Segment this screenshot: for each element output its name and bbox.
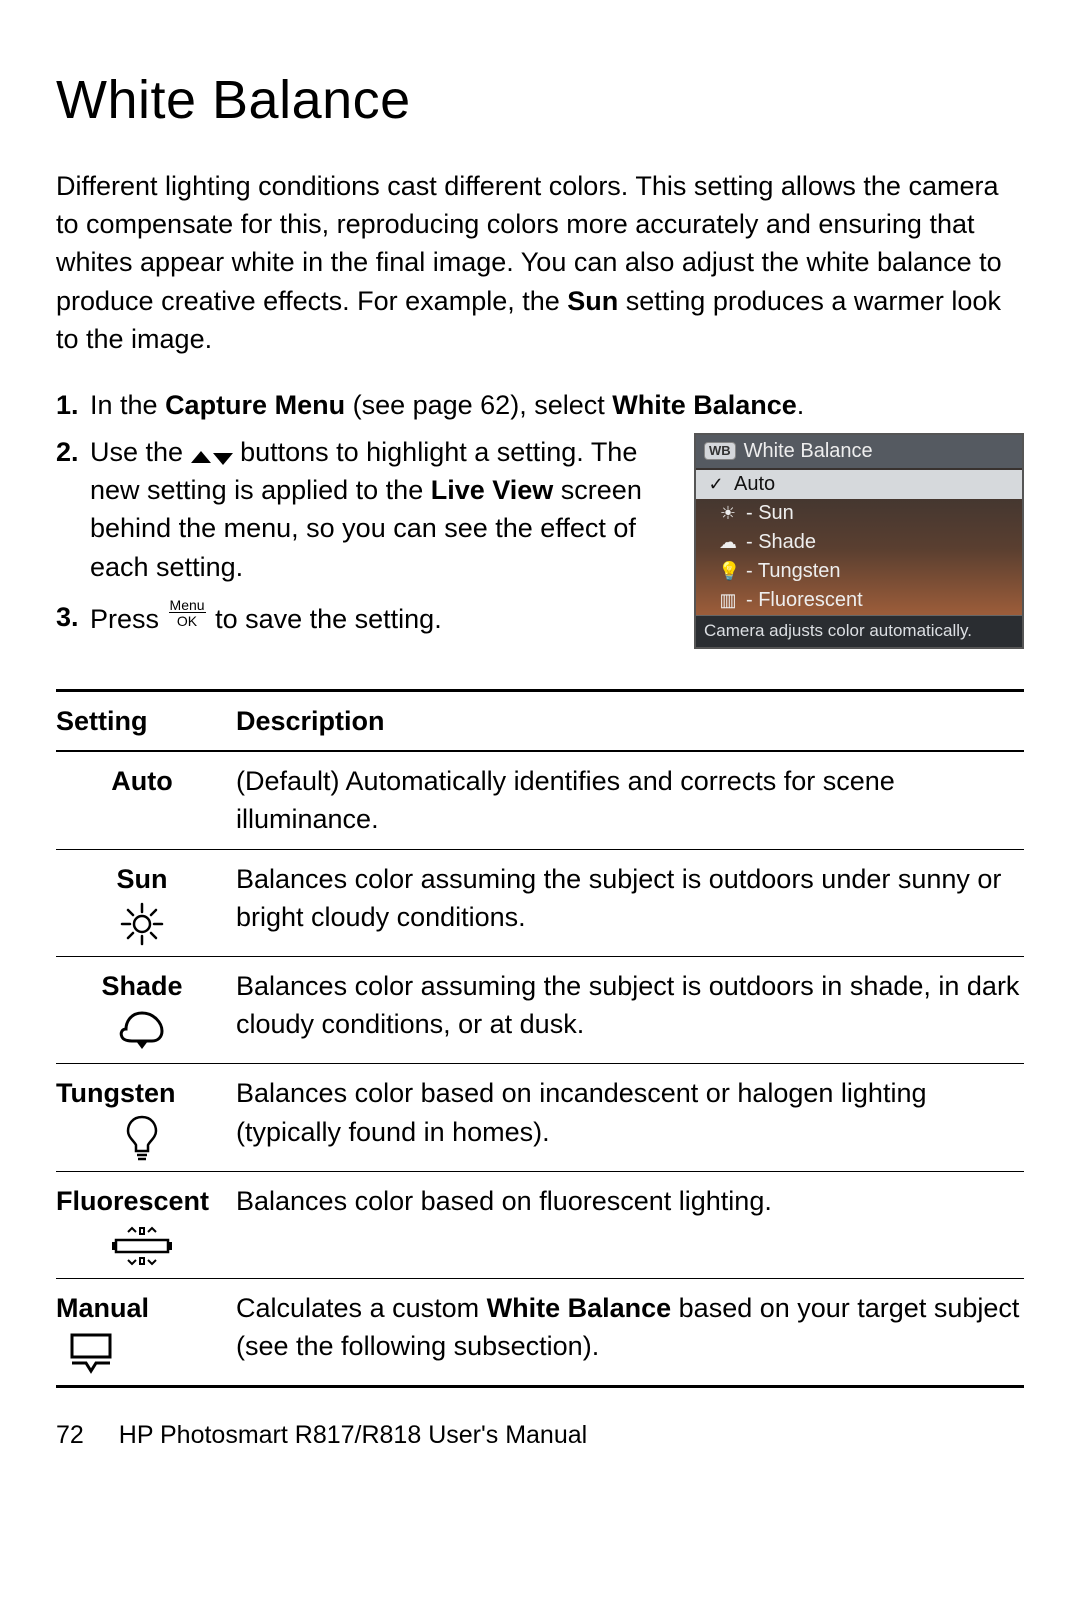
menu-footer: Camera adjusts color automatically.	[696, 615, 1022, 647]
menu-body: ✓ Auto ☀ - Sun ☁ - Shade 💡 - Tungsten ▥ - Flu…	[696, 468, 1022, 615]
intro-paragraph: Different lighting conditions cast diffe…	[56, 167, 1024, 359]
page-number: 72	[56, 1421, 84, 1449]
book-title: HP Photosmart R817/R818 User's Manual	[119, 1421, 587, 1449]
step-3: 3. Press MenuOK to save the setting.	[56, 598, 676, 638]
white-balance-bold: White Balance	[612, 390, 797, 420]
menu-title: White Balance	[744, 438, 873, 465]
t: Calculates a custom	[236, 1293, 487, 1323]
live-view-bold: Live View	[431, 475, 554, 505]
step-1-text: In the Capture Menu (see page 62), selec…	[90, 386, 1024, 424]
t: .	[797, 390, 805, 420]
wb-badge-icon: WB	[704, 442, 736, 460]
shade-icon	[56, 1009, 228, 1053]
table-row: Manual Calculates a custom White Balance…	[56, 1279, 1024, 1385]
setting-manual: Manual	[56, 1289, 236, 1375]
menu-label: Menu	[169, 598, 206, 613]
settings-table: Setting Description Auto (Default) Autom…	[56, 689, 1024, 1389]
label: - Fluorescent	[746, 587, 863, 614]
menu-titlebar: WB White Balance	[696, 435, 1022, 468]
desc-manual: Calculates a custom White Balance based …	[236, 1289, 1024, 1375]
table-row: Tungsten Balances color based on incande…	[56, 1064, 1024, 1171]
step-1: 1. In the Capture Menu (see page 62), se…	[56, 386, 1024, 424]
setting-shade: Shade	[56, 967, 236, 1053]
bulb-icon: 💡	[718, 559, 738, 583]
menu-item-fluorescent: ▥ - Fluorescent	[696, 586, 1022, 615]
ok-label: OK	[169, 613, 206, 628]
setting-tungsten: Tungsten	[56, 1074, 236, 1160]
sun-icon	[56, 902, 228, 946]
step-1-num: 1.	[56, 386, 90, 424]
t: Use the	[90, 437, 191, 467]
desc-sun: Balances color assuming the subject is o…	[236, 860, 1024, 946]
label: - Shade	[746, 529, 816, 556]
table-row: Auto (Default) Automatically identifies …	[56, 752, 1024, 850]
intro-bold-sun: Sun	[567, 286, 618, 316]
desc-shade: Balances color assuming the subject is o…	[236, 967, 1024, 1053]
menu-item-tungsten: 💡 - Tungsten	[696, 557, 1022, 586]
manual-icon	[56, 1331, 228, 1375]
table-row: Fluorescent Balances color based on fluo…	[56, 1172, 1024, 1279]
menu-item-shade: ☁ - Shade	[696, 528, 1022, 557]
label: - Sun	[746, 500, 794, 527]
col-setting: Setting	[56, 702, 236, 740]
desc-tungsten: Balances color based on incandescent or …	[236, 1074, 1024, 1160]
t: Press	[90, 604, 167, 634]
step-2-text: Use the buttons to highlight a setting. …	[90, 433, 676, 639]
label: Manual	[56, 1293, 149, 1323]
label: Auto	[734, 471, 775, 498]
col-description: Description	[236, 702, 1024, 740]
menu-ok-icon: MenuOK	[169, 598, 206, 628]
page-footer: 72 HP Photosmart R817/R818 User's Manual	[56, 1418, 1024, 1454]
fluorescent-icon	[56, 1224, 228, 1268]
bulb-icon	[56, 1117, 228, 1161]
check-icon: ✓	[706, 472, 726, 496]
label: - Tungsten	[746, 558, 841, 585]
sun-icon: ☀	[718, 501, 738, 525]
desc-auto: (Default) Automatically identifies and c…	[236, 762, 1024, 839]
menu-item-sun: ☀ - Sun	[696, 499, 1022, 528]
t: In the	[90, 390, 165, 420]
label: Fluorescent	[56, 1186, 209, 1216]
setting-auto: Auto	[56, 762, 236, 839]
table-row: Shade Balances color assuming the subjec…	[56, 957, 1024, 1064]
menu-item-auto: ✓ Auto	[696, 470, 1022, 499]
desc-fluorescent: Balances color based on fluorescent ligh…	[236, 1182, 1024, 1268]
up-down-arrows-icon	[191, 451, 233, 465]
table-header: Setting Description	[56, 692, 1024, 752]
capture-menu-bold: Capture Menu	[165, 390, 345, 420]
label: Shade	[101, 971, 182, 1001]
t: (see page 62), select	[345, 390, 612, 420]
fluorescent-icon: ▥	[718, 588, 738, 612]
label: Sun	[117, 864, 168, 894]
t: to save the setting.	[208, 604, 442, 634]
setting-fluorescent: Fluorescent	[56, 1182, 236, 1268]
label: Tungsten	[56, 1078, 175, 1108]
step-2: 2. Use the buttons to highlight a settin…	[56, 433, 1024, 649]
step-3-num: 3.	[56, 598, 90, 638]
table-row: Sun Balances color assuming the subject …	[56, 850, 1024, 957]
white-balance-bold: White Balance	[487, 1293, 672, 1323]
page-title: White Balance	[56, 62, 1024, 139]
steps-list: 1. In the Capture Menu (see page 62), se…	[56, 386, 1024, 648]
camera-menu-screenshot: WB White Balance ✓ Auto ☀ - Sun ☁ - Shade 💡…	[694, 433, 1024, 649]
setting-sun: Sun	[56, 860, 236, 946]
shade-icon: ☁	[718, 530, 738, 554]
step-3-text: Press MenuOK to save the setting.	[90, 598, 676, 638]
